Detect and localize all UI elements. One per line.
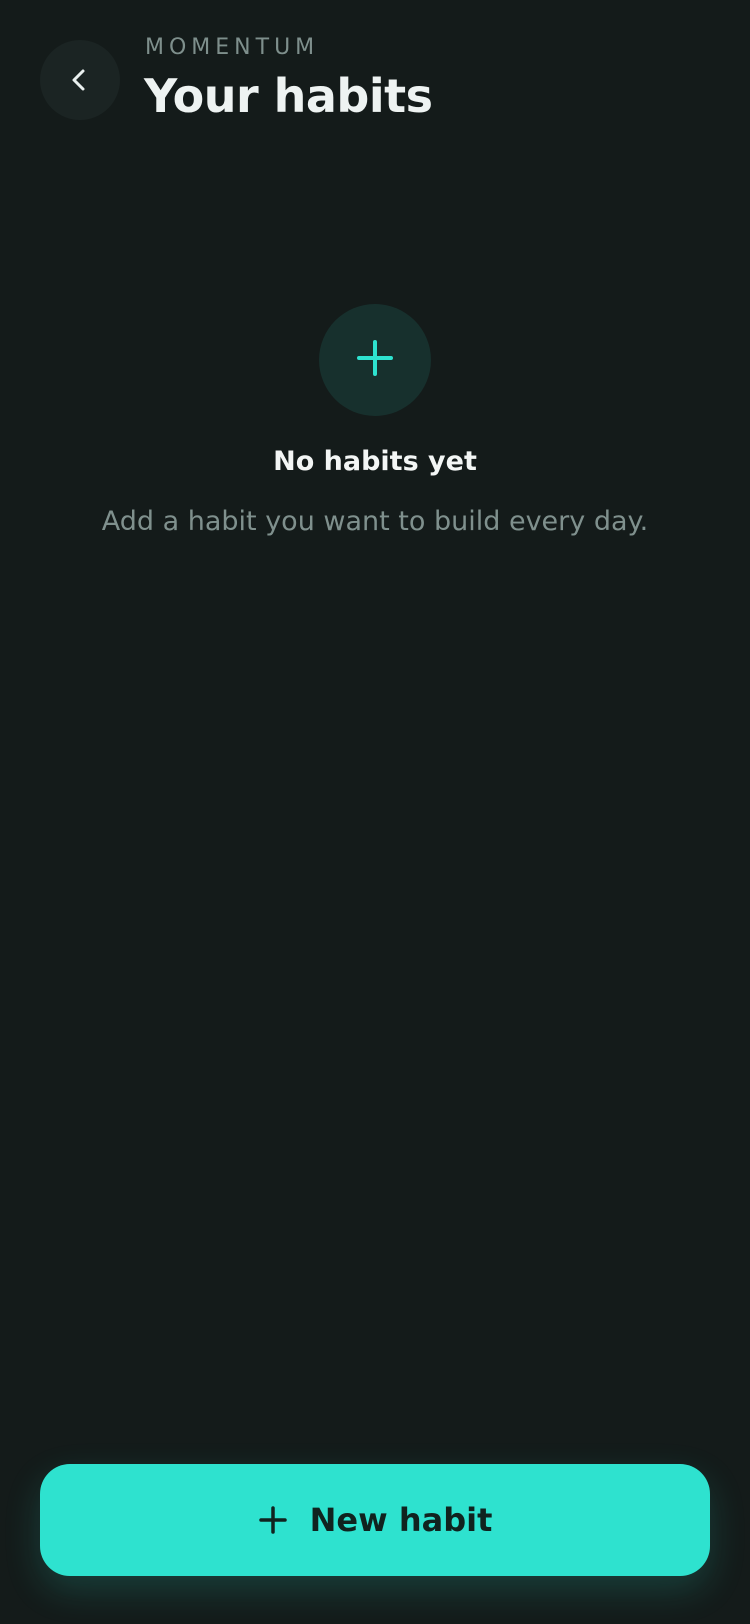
page-title: Your habits bbox=[144, 69, 433, 123]
back-button[interactable] bbox=[40, 40, 120, 120]
new-habit-button[interactable]: New habit bbox=[40, 1464, 710, 1576]
empty-state-title: No habits yet bbox=[273, 446, 477, 477]
habits-screen: MOMENTUM Your habits No habits yet Add a… bbox=[0, 0, 750, 1624]
empty-state-icon-circle bbox=[319, 304, 431, 416]
new-habit-label: New habit bbox=[309, 1501, 493, 1539]
app-name: MOMENTUM bbox=[145, 35, 320, 60]
empty-state-subtitle: Add a habit you want to build every day. bbox=[101, 506, 649, 537]
plus-icon bbox=[258, 1505, 288, 1535]
empty-state: No habits yet Add a habit you want to bu… bbox=[0, 304, 750, 542]
chevron-left-icon bbox=[66, 66, 94, 94]
plus-icon bbox=[355, 338, 395, 382]
